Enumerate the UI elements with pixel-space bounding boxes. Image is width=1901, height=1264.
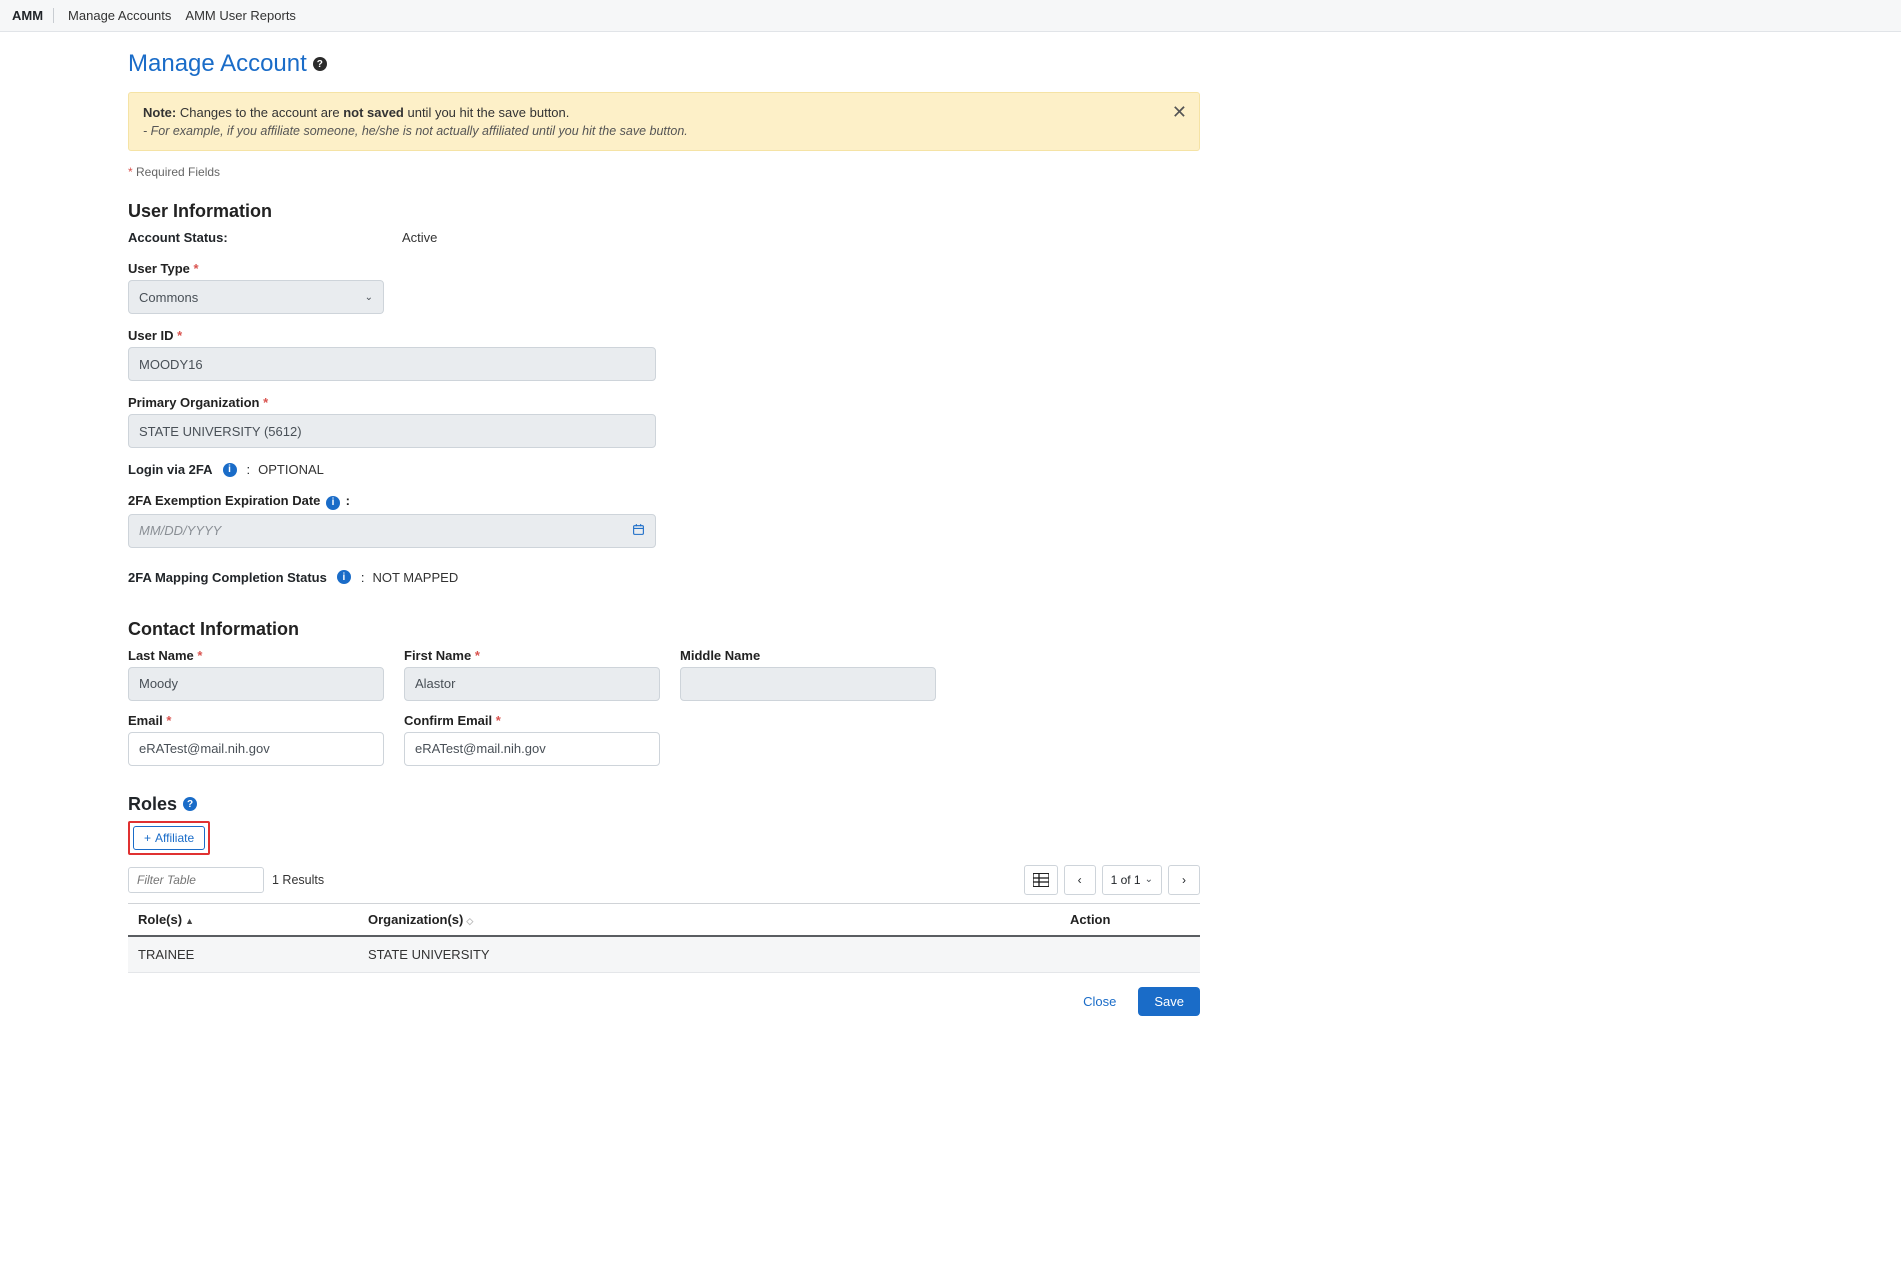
mapping-value: NOT MAPPED [372,570,458,585]
last-name-field[interactable]: Moody [128,667,384,701]
exemption-date-field[interactable]: MM/DD/YYYY [128,514,656,548]
table-row: TRAINEE STATE UNIVERSITY [128,936,1200,973]
mapping-status-row: 2FA Mapping Completion Status i : NOT MA… [128,570,1200,585]
asterisk-icon: * [496,713,501,728]
login-2fa-label: Login via 2FA [128,462,213,477]
asterisk-icon: * [177,328,182,343]
page-title: Manage Account ? [128,50,1200,78]
results-count: 1 Results [272,873,324,887]
exemption-placeholder: MM/DD/YYYY [139,523,221,538]
sort-icon: ◇ [466,916,473,926]
filter-table-input[interactable] [128,867,264,893]
first-name-field[interactable]: Alastor [404,667,660,701]
login-2fa-row: Login via 2FA i : OPTIONAL [128,462,1200,477]
mapping-label: 2FA Mapping Completion Status [128,570,327,585]
sort-asc-icon: ▲ [185,916,194,926]
asterisk-icon: * [166,713,171,728]
note-post: until you hit the save button. [404,105,570,120]
note-line: Note: Changes to the account are not sav… [143,105,1185,120]
col-action: Action [1060,903,1200,936]
nav-user-reports[interactable]: AMM User Reports [185,8,296,23]
last-name-label: Last Name * [128,648,384,663]
close-icon[interactable]: ✕ [1172,103,1187,121]
user-id-label: User ID * [128,328,1200,343]
exemption-label: 2FA Exemption Expiration Date i : [128,493,1200,510]
contact-heading: Contact Information [128,619,1200,640]
cell-action [1060,936,1200,973]
note-pre: Changes to the account are [180,105,343,120]
asterisk-icon: * [197,648,202,663]
cell-org: STATE UNIVERSITY [358,936,1060,973]
brand: AMM [12,8,54,23]
middle-name-label: Middle Name [680,648,936,663]
first-name-label: First Name * [404,648,660,663]
required-legend: * Required Fields [128,165,1200,179]
user-type-value: Commons [139,290,198,305]
required-legend-text: Required Fields [136,165,220,179]
asterisk-icon: * [194,261,199,276]
asterisk-icon: * [128,165,133,179]
user-type-select[interactable]: Commons ⌄ [128,280,384,314]
col-role[interactable]: Role(s)▲ [128,903,358,936]
note-bold: not saved [343,105,404,120]
colon: : [247,462,251,477]
confirm-email-label: Confirm Email * [404,713,660,728]
pager-page-select[interactable]: 1 of 1 ⌄ [1102,865,1162,895]
help-icon[interactable]: ? [183,797,197,811]
pager-next-button[interactable]: › [1168,865,1200,895]
note-label: Note: [143,105,176,120]
info-icon[interactable]: i [326,496,340,510]
col-org[interactable]: Organization(s)◇ [358,903,1060,936]
note-banner: ✕ Note: Changes to the account are not s… [128,92,1200,151]
email-label: Email * [128,713,384,728]
close-button[interactable]: Close [1071,987,1128,1016]
info-icon[interactable]: i [223,463,237,477]
pager: ‹ 1 of 1 ⌄ › [1024,865,1200,895]
grid-view-button[interactable] [1024,865,1058,895]
user-info-heading: User Information [128,201,1200,222]
roles-table: Role(s)▲ Organization(s)◇ Action TRAINEE… [128,903,1200,973]
asterisk-icon: * [475,648,480,663]
primary-org-label: Primary Organization * [128,395,1200,410]
note-sub: - For example, if you affiliate someone,… [143,124,1185,138]
info-icon[interactable]: i [337,570,351,584]
account-status-label: Account Status: [128,230,394,245]
cell-role: TRAINEE [128,936,358,973]
primary-org-field[interactable]: STATE UNIVERSITY (5612) [128,414,656,448]
chevron-down-icon: ⌄ [1145,874,1153,885]
plus-icon: + [144,831,151,845]
user-type-label: User Type * [128,261,1200,276]
email-field[interactable]: eRATest@mail.nih.gov [128,732,384,766]
user-id-field[interactable]: MOODY16 [128,347,656,381]
login-2fa-value: OPTIONAL [258,462,324,477]
affiliate-button[interactable]: + Affiliate [133,826,205,850]
account-status-row: Account Status: Active [128,230,1200,245]
help-icon[interactable]: ? [313,57,327,71]
affiliate-label: Affiliate [155,831,194,845]
calendar-icon[interactable] [632,523,645,539]
chevron-down-icon: ⌄ [365,292,373,303]
top-nav: AMM Manage Accounts AMM User Reports [0,0,1901,32]
save-button[interactable]: Save [1138,987,1200,1016]
confirm-email-field[interactable]: eRATest@mail.nih.gov [404,732,660,766]
roles-heading: Roles [128,794,177,815]
page-title-text: Manage Account [128,50,307,78]
affiliate-highlight: + Affiliate [128,821,210,855]
account-status-value: Active [402,230,437,245]
nav-manage-accounts[interactable]: Manage Accounts [68,8,171,23]
middle-name-field[interactable] [680,667,936,701]
asterisk-icon: * [263,395,268,410]
pager-prev-button[interactable]: ‹ [1064,865,1096,895]
